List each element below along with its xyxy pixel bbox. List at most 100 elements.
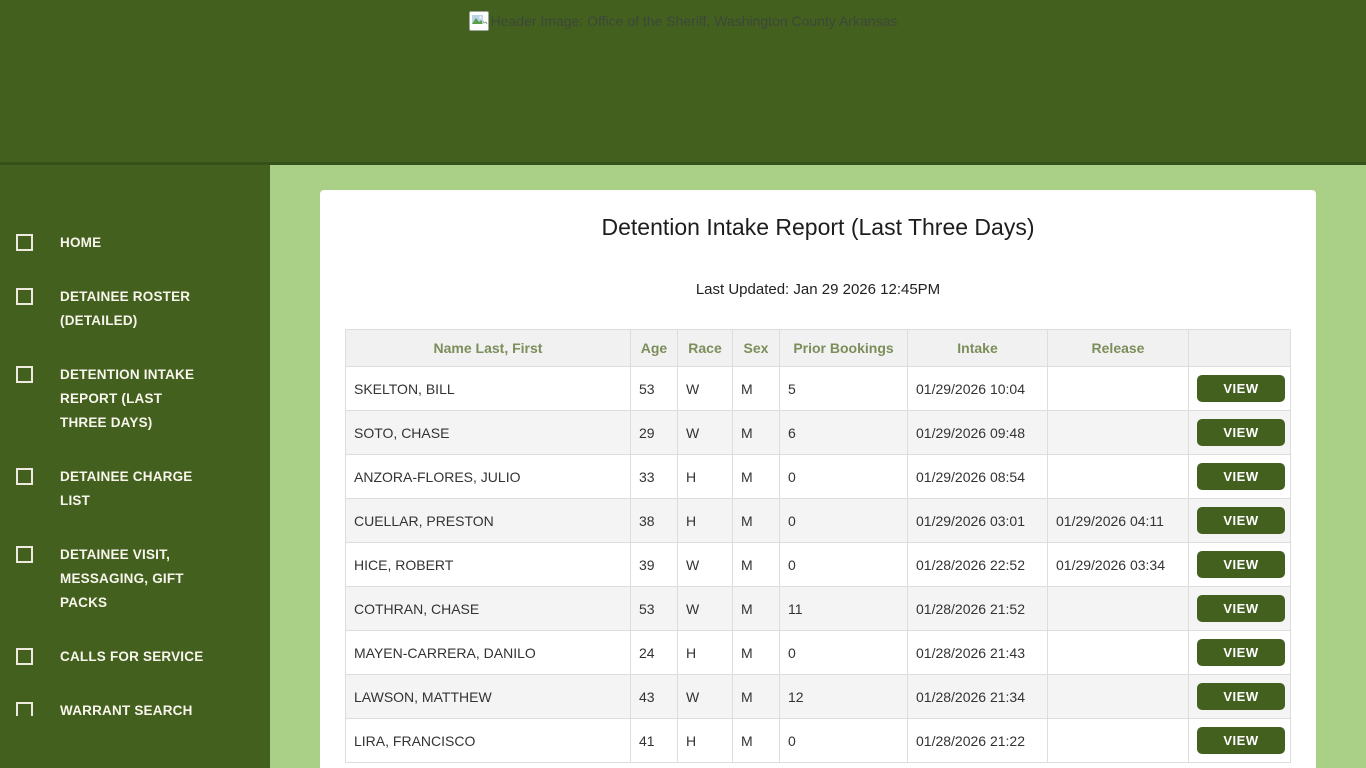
cell-prior-bookings: 0 <box>779 454 908 499</box>
cell-intake: 01/29/2026 10:04 <box>907 366 1048 411</box>
cell-prior-bookings: 5 <box>779 366 908 411</box>
top-banner: Header Image: Office of the Sheriff, Was… <box>0 0 1366 165</box>
sidebar-item-label: DETAINEE VISIT, MESSAGING, GIFT PACKS <box>60 547 184 610</box>
cell-age: 38 <box>630 498 678 543</box>
cell-race: W <box>677 542 733 587</box>
table-header-row: Name Last, First Age Race Sex Prior Bookings… <box>345 329 1291 367</box>
cell-prior-bookings: 11 <box>779 586 908 631</box>
cell-intake: 01/28/2026 22:52 <box>907 542 1048 587</box>
page-title: Detention Intake Report (Last Three Days… <box>601 214 1035 240</box>
cell-age: 24 <box>630 630 678 675</box>
cell-sex: M <box>732 542 780 587</box>
table-row: LIRA, FRANCISCO 41 H M 0 01/28/2026 21:2… <box>345 718 1291 763</box>
cell-view: VIEW <box>1188 498 1291 543</box>
cell-view: VIEW <box>1188 410 1291 455</box>
cell-age: 43 <box>630 674 678 719</box>
cell-race: W <box>677 586 733 631</box>
cell-race: W <box>677 366 733 411</box>
cell-name: LIRA, FRANCISCO <box>345 718 631 763</box>
cell-view: VIEW <box>1188 454 1291 499</box>
cell-view: VIEW <box>1188 674 1291 719</box>
sidebar-item-label: DETENTION INTAKE REPORT (LAST THREE DAYS… <box>60 367 195 430</box>
cell-name: COTHRAN, CHASE <box>345 586 631 631</box>
menu-image-placeholder-icon <box>16 288 33 305</box>
menu-image-placeholder-icon <box>16 366 33 383</box>
cell-prior-bookings: 0 <box>779 718 908 763</box>
sidebar-item-detention-intake-report-last-three-days[interactable]: DETENTION INTAKE REPORT (LAST THREE DAYS… <box>0 363 270 435</box>
table-row: SOTO, CHASE 29 W M 6 01/29/2026 09:48 VI… <box>345 410 1291 455</box>
cell-name: MAYEN-CARRERA, DANILO <box>345 630 631 675</box>
cell-intake: 01/28/2026 21:22 <box>907 718 1048 763</box>
cell-intake: 01/29/2026 08:54 <box>907 454 1048 499</box>
cell-race: W <box>677 674 733 719</box>
cell-sex: M <box>732 674 780 719</box>
cell-release <box>1047 586 1189 631</box>
cell-age: 33 <box>630 454 678 499</box>
broken-image-icon <box>468 11 489 31</box>
cell-name: HICE, ROBERT <box>345 542 631 587</box>
header-image-broken: Header Image: Office of the Sheriff, Was… <box>468 11 897 31</box>
column-header <box>1188 329 1291 367</box>
view-button[interactable]: VIEW <box>1197 595 1285 622</box>
sidebar-item-detainee-visit-messaging-gift-packs[interactable]: DETAINEE VISIT, MESSAGING, GIFT PACKS <box>0 543 270 615</box>
cell-sex: M <box>732 454 780 499</box>
last-updated: Last Updated: Jan 29 2026 12:45PM <box>695 281 941 298</box>
sidebar-item-label: CALLS FOR SERVICE <box>60 649 204 664</box>
sidebar-item-warrant-search[interactable]: WARRANT SEARCH <box>0 699 270 716</box>
sidebar-item-detainee-charge-list[interactable]: DETAINEE CHARGE LIST <box>0 465 270 513</box>
sidebar-item-home[interactable]: HOME <box>0 231 270 255</box>
view-button[interactable]: VIEW <box>1197 507 1285 534</box>
cell-intake: 01/29/2026 03:01 <box>907 498 1048 543</box>
column-header: Race <box>677 329 733 367</box>
intake-table: Name Last, First Age Race Sex Prior Bookings… <box>345 329 1291 763</box>
cell-view: VIEW <box>1188 542 1291 587</box>
sidebar-menu: HOME DETAINEE ROSTER (DETAILED) DETENTIO… <box>0 231 270 716</box>
view-button[interactable]: VIEW <box>1197 463 1285 490</box>
table-row: MAYEN-CARRERA, DANILO 24 H M 0 01/28/202… <box>345 630 1291 675</box>
table-row: COTHRAN, CHASE 53 W M 11 01/28/2026 21:5… <box>345 586 1291 631</box>
cell-intake: 01/28/2026 21:43 <box>907 630 1048 675</box>
cell-prior-bookings: 12 <box>779 674 908 719</box>
cell-sex: M <box>732 718 780 763</box>
table-row: ANZORA-FLORES, JULIO 33 H M 0 01/29/2026… <box>345 454 1291 499</box>
cell-release: 01/29/2026 04:11 <box>1047 498 1189 543</box>
cell-sex: M <box>732 410 780 455</box>
column-header: Sex <box>732 329 780 367</box>
table-row: SKELTON, BILL 53 W M 5 01/29/2026 10:04 … <box>345 366 1291 411</box>
column-header: Prior Bookings <box>779 329 908 367</box>
column-header: Release <box>1047 329 1189 367</box>
cell-age: 29 <box>630 410 678 455</box>
column-header: Name Last, First <box>345 329 631 367</box>
menu-image-placeholder-icon <box>16 702 33 716</box>
cell-race: W <box>677 410 733 455</box>
report-card: Detention Intake Report (Last Three Days… <box>320 190 1316 768</box>
view-button[interactable]: VIEW <box>1197 419 1285 446</box>
table-row: LAWSON, MATTHEW 43 W M 12 01/28/2026 21:… <box>345 674 1291 719</box>
cell-race: H <box>677 498 733 543</box>
cell-race: H <box>677 718 733 763</box>
cell-release <box>1047 366 1189 411</box>
cell-age: 39 <box>630 542 678 587</box>
cell-prior-bookings: 0 <box>779 630 908 675</box>
menu-image-placeholder-icon <box>16 546 33 563</box>
cell-intake: 01/28/2026 21:52 <box>907 586 1048 631</box>
cell-release <box>1047 454 1189 499</box>
table-body: SKELTON, BILL 53 W M 5 01/29/2026 10:04 … <box>345 366 1291 763</box>
cell-release: 01/29/2026 03:34 <box>1047 542 1189 587</box>
sidebar-item-detainee-roster-detailed[interactable]: DETAINEE ROSTER (DETAILED) <box>0 285 270 333</box>
cell-view: VIEW <box>1188 586 1291 631</box>
view-button[interactable]: VIEW <box>1197 639 1285 666</box>
view-button[interactable]: VIEW <box>1197 727 1285 754</box>
view-button[interactable]: VIEW <box>1197 683 1285 710</box>
cell-race: H <box>677 630 733 675</box>
cell-race: H <box>677 454 733 499</box>
view-button[interactable]: VIEW <box>1197 551 1285 578</box>
cell-age: 53 <box>630 586 678 631</box>
cell-sex: M <box>732 586 780 631</box>
cell-release <box>1047 410 1189 455</box>
view-button[interactable]: VIEW <box>1197 375 1285 402</box>
column-header: Intake <box>907 329 1048 367</box>
sidebar-item-label: DETAINEE ROSTER (DETAILED) <box>60 289 191 328</box>
menu-image-placeholder-icon <box>16 234 33 251</box>
sidebar-item-calls-for-service[interactable]: CALLS FOR SERVICE <box>0 645 270 669</box>
